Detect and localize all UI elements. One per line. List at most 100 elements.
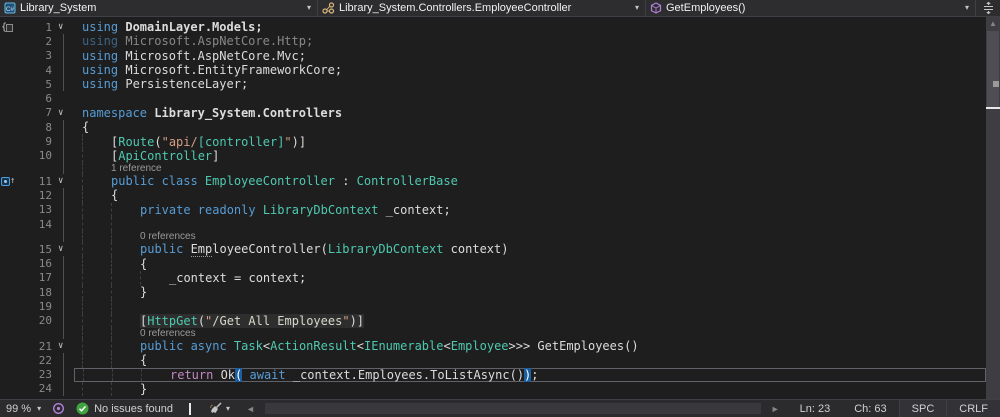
code-content[interactable]: { (74, 188, 986, 203)
code-line[interactable]: 3 using Microsoft.AspNetCore.Mvc; (0, 48, 986, 64)
code-line[interactable]: 9 [Route("api/[controller] ")] (0, 134, 986, 149)
spaces-indicator[interactable]: SPC (898, 400, 947, 417)
member-dropdown[interactable]: GetEmployees() ▾ (646, 0, 976, 16)
code-content[interactable]: { (74, 353, 986, 368)
code-content[interactable]: using Microsoft.AspNetCore.Mvc; (74, 49, 986, 63)
code-editor[interactable]: {1 ∨ using DomainLayer.Models; 2 using Micro… (0, 17, 1000, 399)
code-content[interactable]: { (74, 256, 986, 271)
line-number[interactable]: 23 (20, 368, 54, 381)
line-number[interactable]: 3 (20, 49, 54, 62)
outline-collapse-chevron[interactable]: ∨ (54, 106, 74, 120)
code-line[interactable]: 17 _context = context; (0, 270, 986, 286)
code-line[interactable]: 21 ∨ public async Task < ActionResult < IEnume… (0, 338, 986, 354)
line-number[interactable]: 19 (20, 300, 54, 313)
code-content[interactable]: _context = context; (74, 270, 986, 286)
line-number[interactable]: 6 (20, 92, 54, 105)
line-number[interactable]: 17 (20, 271, 54, 284)
code-content[interactable]: using PersistenceLayer; (74, 77, 986, 91)
code-content[interactable]: 0 references (74, 231, 986, 243)
code-line[interactable]: 14 (0, 216, 986, 232)
line-number[interactable]: 10 (20, 149, 54, 162)
code-line[interactable]: 23 return Ok( await _context.Employees.To… (0, 367, 986, 383)
chevron-down-icon[interactable]: ∨ (58, 108, 63, 118)
scroll-left-arrow-icon[interactable]: ◄ (238, 404, 263, 414)
chevron-down-icon[interactable]: ∨ (58, 22, 63, 32)
code-line[interactable]: 8{ (0, 120, 986, 135)
line-number[interactable]: 9 (20, 135, 54, 148)
code-content[interactable]: public class EmployeeController : Contro… (74, 173, 986, 189)
code-content[interactable]: public async Task < ActionResult < IEnumerab… (74, 338, 986, 354)
code-line[interactable]: 6 (0, 91, 986, 105)
line-number[interactable]: 13 (20, 203, 54, 216)
code-content[interactable]: { (74, 120, 986, 134)
issues-status[interactable]: No issues found (70, 402, 179, 415)
zoom-level[interactable]: 99 % (0, 403, 35, 415)
vertical-scrollbar[interactable]: ▲ (986, 17, 1000, 399)
scroll-up-arrow-icon[interactable]: ▲ (986, 18, 1000, 30)
line-number[interactable]: 21 (20, 340, 54, 353)
line-number[interactable]: 20 (20, 314, 54, 327)
code-line[interactable]: 24} (0, 381, 986, 397)
code-line[interactable]: 2 using Microsoft.AspNetCore.Http; (0, 34, 986, 49)
code-content[interactable]: } (74, 285, 986, 300)
codelens-row[interactable]: 0 references (0, 327, 986, 339)
glyph-margin[interactable]: ↑ (0, 176, 20, 186)
chevron-down-icon[interactable]: ∨ (58, 341, 63, 351)
code-content[interactable] (74, 299, 986, 314)
code-content[interactable] (74, 216, 986, 232)
code-line[interactable]: 16 { (0, 256, 986, 272)
line-number[interactable]: 18 (20, 286, 54, 299)
code-content[interactable]: using Microsoft.EntityFrameworkCore; (74, 63, 986, 77)
line-number[interactable]: 11 (20, 175, 54, 188)
line-number[interactable]: 4 (20, 64, 54, 77)
outline-collapse-chevron[interactable]: ∨ (54, 339, 74, 353)
line-number[interactable]: 7 (20, 106, 54, 119)
code-line[interactable]: 13 private readonly LibraryDbContext _con… (0, 202, 986, 218)
code-line[interactable]: 7 ∨ namespace Library_System.Controllers (0, 106, 986, 120)
line-number[interactable]: 8 (20, 121, 54, 134)
line-number[interactable]: 22 (20, 354, 54, 367)
line-indicator[interactable]: Ln: 23 (788, 403, 843, 415)
outline-collapse-chevron[interactable]: ∨ (54, 242, 74, 256)
line-number[interactable]: 15 (20, 243, 54, 256)
outline-collapse-chevron[interactable]: ∨ (54, 20, 74, 34)
code-line[interactable]: 10 [ApiController] (0, 148, 986, 164)
code-content[interactable]: private readonly LibraryDbContext _conte… (74, 202, 986, 217)
line-number[interactable]: 5 (20, 78, 54, 91)
horizontal-scrollbar-thumb[interactable] (264, 403, 761, 414)
codelens-row[interactable]: 0 references (0, 231, 986, 243)
project-dropdown[interactable]: C# Library_System ▾ (0, 0, 318, 16)
code-line[interactable]: 5 using PersistenceLayer; (0, 77, 986, 92)
code-line[interactable]: ↑ 11 ∨ public class EmployeeController : Co… (0, 173, 986, 189)
code-content[interactable]: public Emp loyeeController(LibraryDbConte… (74, 242, 986, 257)
vertical-scrollbar-thumb[interactable] (987, 31, 999, 107)
document-health-indicator[interactable] (47, 402, 70, 415)
char-indicator[interactable]: Ch: 63 (842, 403, 898, 415)
code-content[interactable]: [HttpGet("/Get All Employees ")] (74, 313, 986, 328)
code-content[interactable]: } (74, 381, 986, 397)
line-number[interactable]: 16 (20, 257, 54, 270)
code-content[interactable]: using Microsoft.AspNetCore.Http; (74, 34, 986, 48)
split-window-handle[interactable] (976, 0, 1000, 16)
code-line[interactable]: 12 { (0, 188, 986, 203)
code-content[interactable]: namespace Library_System.Controllers (74, 106, 986, 120)
code-content[interactable] (74, 91, 986, 105)
code-cleanup-button[interactable]: ▾ (201, 402, 238, 415)
outline-collapse-chevron[interactable]: ∨ (54, 174, 74, 188)
glyph-margin[interactable]: { (0, 22, 20, 33)
code-content[interactable]: return Ok( await _context.Employees.ToLi… (74, 367, 986, 382)
code-line[interactable]: 22 { (0, 353, 986, 368)
code-line[interactable]: 4 using Microsoft.EntityFrameworkCore; (0, 62, 986, 78)
chevron-down-icon[interactable]: ∨ (58, 244, 63, 254)
line-number[interactable]: 2 (20, 35, 54, 48)
line-number[interactable]: 24 (20, 382, 54, 395)
codelens-row[interactable]: 1 reference (0, 162, 986, 174)
zoom-chevron-down-icon[interactable]: ▾ (35, 404, 47, 413)
cleanup-chevron-down-icon[interactable]: ▾ (226, 404, 230, 413)
code-content[interactable]: 1 reference (74, 162, 986, 174)
line-number[interactable]: 12 (20, 189, 54, 202)
code-content[interactable]: 0 references (74, 327, 986, 339)
code-line[interactable]: 19 (0, 299, 986, 314)
line-number[interactable]: 1 (20, 21, 54, 34)
code-line[interactable]: {1 ∨ using DomainLayer.Models; (0, 20, 986, 34)
